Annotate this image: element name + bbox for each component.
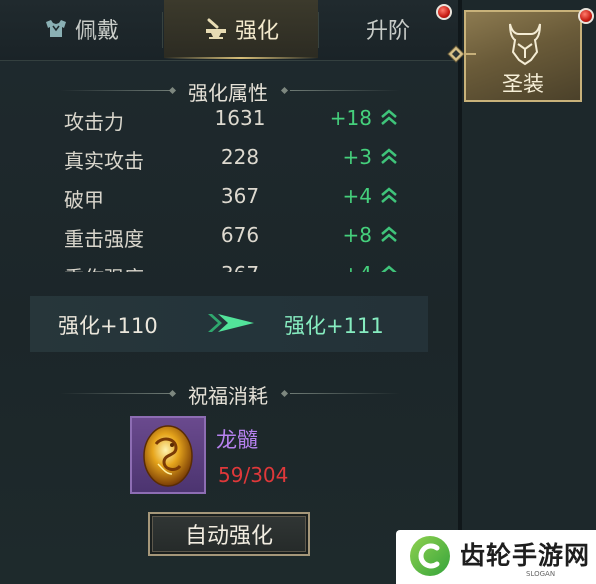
dragon-egg-icon <box>143 425 193 487</box>
attribute-name: 真实攻击 <box>64 149 144 173</box>
consume-title: 祝福消耗 <box>188 384 268 408</box>
up-arrow-icon <box>381 265 397 272</box>
site-watermark: 齿轮手游网 SLOGAN <box>396 530 596 584</box>
tab-separator <box>318 12 319 48</box>
attribute-row: 真实攻击 228 +3 <box>0 141 458 180</box>
holy-gear-label: 圣装 <box>502 72 544 96</box>
horned-helmet-icon <box>506 22 544 70</box>
title-divider <box>290 90 400 91</box>
attribute-row: 攻击力 1631 +18 <box>0 102 458 141</box>
attribute-name: 攻击力 <box>64 110 124 134</box>
attribute-row: 破甲 367 +4 <box>0 180 458 219</box>
attribute-value: 367 <box>200 262 280 272</box>
consume-item-name: 龙髓 <box>216 428 258 452</box>
site-logo <box>410 536 450 576</box>
consume-item-slot[interactable] <box>130 416 206 494</box>
tab-bar: 佩戴 强化 升阶 <box>0 0 458 61</box>
notification-dot <box>578 8 594 24</box>
attribute-increase: +4 <box>322 262 372 272</box>
next-level: 强化+111 <box>284 314 384 338</box>
notification-dot <box>436 4 452 20</box>
enhance-level-bar: 强化+110 强化+111 <box>30 296 428 352</box>
attribute-name: 重击强度 <box>64 227 144 251</box>
attribute-value: 676 <box>220 223 260 247</box>
consume-item-count: 59/304 <box>218 463 289 487</box>
level-arrow-icon <box>208 314 254 332</box>
tab-connector-ornament <box>447 45 476 63</box>
tab-upgrade-label: 升阶 <box>365 19 410 44</box>
watermark-text: 齿轮手游网 <box>460 541 591 570</box>
attribute-value: 228 <box>220 145 260 169</box>
attribute-value: 367 <box>220 184 260 208</box>
attribute-row: 重击强度 676 +8 <box>0 219 458 258</box>
attribute-list[interactable]: 攻击力 1631 +18 真实攻击 228 +3 破甲 367 +4 重击强度 … <box>0 100 458 272</box>
attribute-increase: +3 <box>342 145 372 169</box>
armor-icon <box>43 18 69 40</box>
anvil-icon <box>203 18 229 40</box>
auto-enhance-button[interactable]: 自动强化 <box>148 512 310 556</box>
up-arrow-icon <box>381 187 397 203</box>
attribute-value: 1631 <box>214 106 266 130</box>
tab-enhance[interactable]: 强化 <box>164 0 318 59</box>
attribute-increase: +4 <box>342 184 372 208</box>
tab-enhance-label: 强化 <box>234 19 279 44</box>
up-arrow-icon <box>381 148 397 164</box>
watermark-slogan: SLOGAN <box>526 570 556 578</box>
tab-wear-label: 佩戴 <box>74 19 119 44</box>
tab-separator <box>162 12 163 48</box>
attribute-name: 重作强度 <box>64 262 144 272</box>
title-divider <box>290 393 400 394</box>
panel-divider <box>458 0 462 584</box>
attribute-increase: +18 <box>329 106 372 130</box>
attribute-increase: +8 <box>342 223 372 247</box>
holy-gear-tab[interactable]: 圣装 <box>464 10 582 102</box>
tab-wear[interactable]: 佩戴 <box>0 0 162 58</box>
up-arrow-icon <box>381 226 397 242</box>
attribute-name: 破甲 <box>64 188 104 212</box>
title-divider <box>60 90 170 91</box>
up-arrow-icon <box>381 109 397 125</box>
current-level: 强化+110 <box>58 314 158 338</box>
title-divider <box>60 393 170 394</box>
attribute-row: 重作强度 367 +4 <box>0 258 458 272</box>
